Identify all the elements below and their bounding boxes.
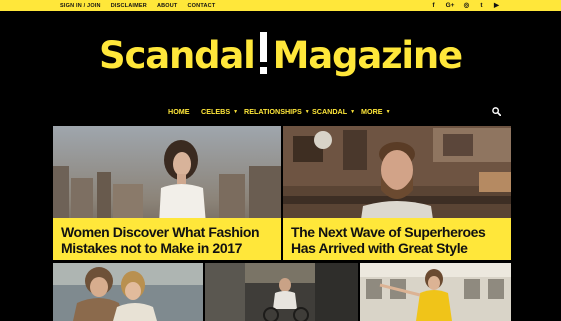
main-nav: HOME CELEBS ▼ RELATIONSHIPS ▼ SCANDAL ▼ MOR… bbox=[0, 106, 561, 118]
article-thumbnail-street[interactable] bbox=[360, 263, 511, 321]
instagram-icon[interactable]: ◎ bbox=[463, 0, 470, 11]
social-links: f G+ ◎ t ▶ bbox=[430, 0, 500, 11]
top-bar: SIGN IN / JOIN DISCLAIMER ABOUT CONTACT … bbox=[0, 0, 561, 11]
article-thumbnail-cyclist[interactable] bbox=[205, 263, 358, 321]
google-plus-icon[interactable]: G+ bbox=[445, 0, 455, 11]
twitter-icon[interactable]: t bbox=[478, 0, 485, 11]
nav-label: CELEBS bbox=[201, 107, 231, 116]
sign-in-link[interactable]: SIGN IN / JOIN bbox=[60, 3, 101, 9]
logo-text-scandal: Scandal bbox=[99, 34, 256, 77]
cyclist-photo bbox=[205, 263, 358, 321]
feature-card-fashion[interactable]: Women Discover What Fashion Mistakes not… bbox=[53, 126, 281, 260]
chevron-down-icon: ▼ bbox=[233, 109, 239, 115]
disclaimer-link[interactable]: DISCLAIMER bbox=[111, 3, 147, 9]
nav-item-celebs[interactable]: CELEBS ▼ bbox=[201, 106, 238, 118]
chevron-down-icon: ▼ bbox=[304, 109, 310, 115]
nav-item-more[interactable]: MORE ▼ bbox=[361, 106, 391, 118]
about-link[interactable]: ABOUT bbox=[157, 3, 178, 9]
couple-photo bbox=[53, 263, 203, 321]
nav-item-home[interactable]: HOME bbox=[168, 106, 190, 118]
street-photo bbox=[360, 263, 511, 321]
youtube-icon[interactable]: ▶ bbox=[493, 0, 500, 11]
exclamation-icon bbox=[257, 32, 271, 76]
search-icon[interactable] bbox=[492, 107, 501, 116]
chevron-down-icon: ▼ bbox=[385, 109, 391, 115]
feature-title-line: Women Discover What Fashion bbox=[61, 224, 260, 240]
contact-link[interactable]: CONTACT bbox=[188, 3, 216, 9]
feature-caption[interactable]: The Next Wave of Superheroes Has Arrived… bbox=[283, 218, 511, 260]
nav-label: SCANDAL bbox=[312, 107, 348, 116]
nav-item-scandal[interactable]: SCANDAL ▼ bbox=[312, 106, 355, 118]
facebook-icon[interactable]: f bbox=[430, 0, 437, 11]
nav-label: HOME bbox=[168, 107, 190, 116]
feature-caption[interactable]: Women Discover What Fashion Mistakes not… bbox=[53, 218, 281, 260]
feature-title-line: Has Arrived with Great Style bbox=[291, 240, 468, 256]
site-logo[interactable]: Scandal Magazine bbox=[0, 32, 561, 78]
nav-label: MORE bbox=[361, 107, 383, 116]
nav-label: RELATIONSHIPS bbox=[244, 107, 302, 116]
logo-text-magazine: Magazine bbox=[272, 34, 463, 77]
top-links: SIGN IN / JOIN DISCLAIMER ABOUT CONTACT bbox=[60, 0, 215, 11]
feature-title-line: The Next Wave of Superheroes bbox=[291, 224, 486, 240]
article-thumbnail-couple[interactable] bbox=[53, 263, 203, 321]
feature-title-line: Mistakes not to Make in 2017 bbox=[61, 240, 242, 256]
feature-card-superheroes[interactable]: The Next Wave of Superheroes Has Arrived… bbox=[283, 126, 511, 260]
chevron-down-icon: ▼ bbox=[350, 109, 356, 115]
nav-item-relationships[interactable]: RELATIONSHIPS ▼ bbox=[244, 106, 310, 118]
